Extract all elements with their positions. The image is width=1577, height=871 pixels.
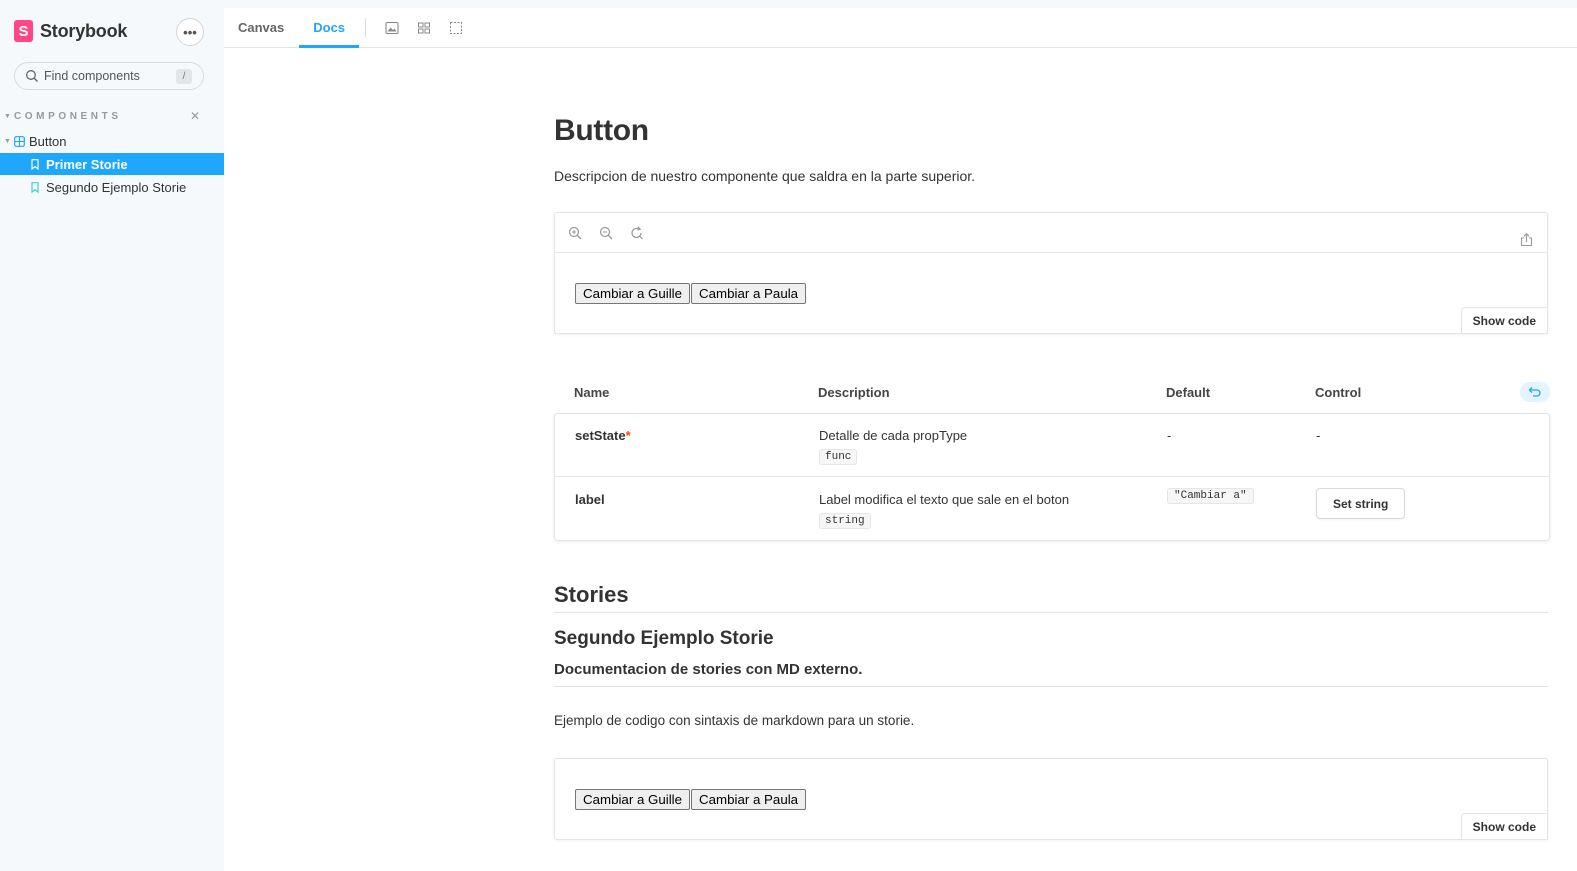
bookmark-icon bbox=[31, 181, 39, 193]
sidebar-item-label: Primer Storie bbox=[46, 156, 128, 172]
search-box[interactable]: / bbox=[14, 62, 204, 90]
header-control: Control bbox=[1315, 385, 1362, 400]
cambiar-a-paula-button[interactable]: Cambiar a Paula bbox=[691, 283, 807, 304]
cambiar-a-guille-button[interactable]: Cambiar a Guille bbox=[575, 789, 691, 810]
main-panel: Canvas Docs Button Descripcion de nuestr… bbox=[224, 8, 1577, 871]
image-icon[interactable] bbox=[385, 21, 399, 35]
search-input[interactable] bbox=[44, 69, 169, 83]
storybook-logo-icon: S bbox=[14, 20, 33, 42]
sidebar: S Storybook ••• / ▼ COMPONENTS ✕ ▼ Butto… bbox=[0, 0, 224, 871]
prop-name-text: setState bbox=[575, 428, 626, 443]
required-marker: * bbox=[625, 428, 631, 443]
stories-heading: Stories bbox=[554, 582, 1548, 613]
caret-down-icon: ▼ bbox=[4, 137, 11, 145]
grid-icon[interactable] bbox=[417, 21, 431, 35]
bookmark-icon bbox=[31, 158, 39, 170]
story-canvas: Cambiar a Guille Cambiar a Paula bbox=[575, 789, 807, 810]
show-code-button[interactable]: Show code bbox=[1460, 813, 1548, 840]
prop-description: Label modifica el texto que sale en el b… bbox=[819, 492, 1070, 507]
cambiar-a-guille-button[interactable]: Cambiar a Guille bbox=[575, 283, 691, 304]
page-description: Descripcion de nuestro componente que sa… bbox=[554, 168, 976, 184]
story-title: Segundo Ejemplo Storie bbox=[554, 628, 774, 649]
prop-default: "Cambiar a" bbox=[1167, 488, 1254, 504]
share-icon[interactable] bbox=[1520, 233, 1533, 247]
props-table-header: Name Description Default Control bbox=[574, 382, 1550, 405]
sidebar-item-label: Button bbox=[28, 133, 67, 149]
story-preview: Cambiar a Guille Cambiar a Paula Show co… bbox=[554, 212, 1548, 334]
outline-icon[interactable] bbox=[449, 21, 463, 35]
toolbar: Canvas Docs bbox=[224, 8, 1577, 48]
prop-type: func bbox=[819, 449, 858, 465]
tab-docs[interactable]: Docs bbox=[299, 8, 359, 48]
header-default: Default bbox=[1166, 385, 1211, 400]
story-canvas: Cambiar a Guille Cambiar a Paula bbox=[575, 283, 807, 304]
table-row: label Label modifica el texto que sale e… bbox=[555, 478, 1549, 541]
story-text: Ejemplo de codigo con sintaxis de markdo… bbox=[554, 713, 915, 728]
reset-controls-icon[interactable] bbox=[1520, 382, 1550, 402]
zoom-reset-icon[interactable] bbox=[630, 225, 644, 240]
search-shortcut-key: / bbox=[176, 69, 192, 84]
header-name: Name bbox=[574, 385, 610, 400]
story-subtitle: Documentacion de stories con MD externo. bbox=[554, 661, 1548, 687]
collapse-all-icon[interactable]: ✕ bbox=[190, 109, 200, 123]
table-row: setState* Detalle de cada propType func … bbox=[555, 414, 1549, 477]
story-preview: Cambiar a Guille Cambiar a Paula Show co… bbox=[554, 758, 1548, 840]
prop-name: setState* bbox=[575, 428, 631, 443]
component-icon bbox=[14, 135, 25, 147]
brand-name: Storybook bbox=[40, 20, 128, 41]
sidebar-item-segundo-ejemplo-storie[interactable]: Segundo Ejemplo Storie bbox=[0, 176, 224, 198]
toolbar-divider bbox=[365, 17, 367, 38]
prop-control: - bbox=[1316, 428, 1321, 443]
search-icon bbox=[26, 70, 38, 82]
brand[interactable]: S Storybook bbox=[14, 20, 127, 42]
header-description: Description bbox=[818, 385, 890, 400]
tab-canvas[interactable]: Canvas bbox=[238, 8, 299, 48]
prop-default: - bbox=[1167, 428, 1172, 443]
page-title: Button bbox=[554, 114, 649, 147]
zoom-out-icon[interactable] bbox=[599, 226, 613, 240]
sidebar-item-label: Segundo Ejemplo Storie bbox=[46, 179, 187, 195]
zoom-in-icon[interactable] bbox=[568, 226, 582, 240]
sidebar-item-button[interactable]: ▼ Button bbox=[0, 130, 224, 152]
props-table: setState* Detalle de cada propType func … bbox=[554, 413, 1550, 541]
prop-description: Detalle de cada propType bbox=[819, 428, 968, 443]
components-section-header[interactable]: ▼ COMPONENTS ✕ bbox=[4, 109, 214, 123]
prop-type: string bbox=[819, 513, 871, 529]
cambiar-a-paula-button[interactable]: Cambiar a Paula bbox=[691, 789, 807, 810]
sidebar-item-primer-storie[interactable]: Primer Storie bbox=[0, 153, 224, 175]
sidebar-menu-button[interactable]: ••• bbox=[176, 18, 204, 46]
set-string-button[interactable]: Set string bbox=[1316, 488, 1406, 519]
prop-name: label bbox=[575, 492, 605, 507]
section-label: COMPONENTS bbox=[13, 110, 122, 122]
preview-toolbar bbox=[555, 213, 1547, 253]
caret-down-icon: ▼ bbox=[4, 112, 11, 120]
show-code-button[interactable]: Show code bbox=[1460, 307, 1548, 334]
